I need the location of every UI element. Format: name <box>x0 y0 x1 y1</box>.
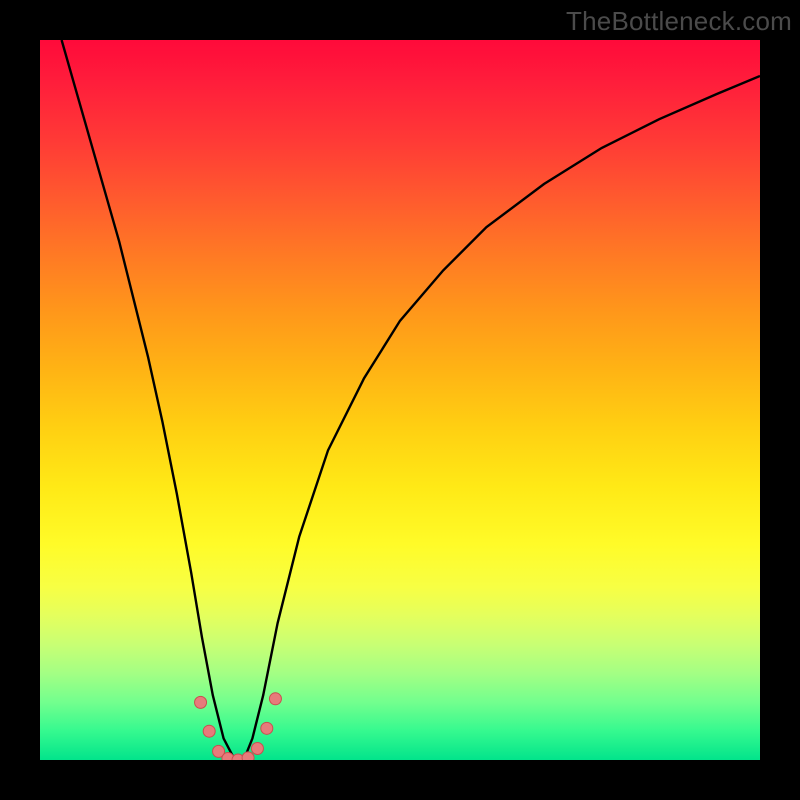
curve-marker <box>269 693 281 705</box>
curve-marker <box>261 722 273 734</box>
curve-marker <box>251 742 263 754</box>
curve-marker <box>195 696 207 708</box>
bottleneck-curve <box>62 40 760 760</box>
chart-overlay <box>40 40 760 760</box>
chart-frame: TheBottleneck.com <box>0 0 800 800</box>
curve-marker <box>203 725 215 737</box>
plot-area <box>40 40 760 760</box>
curve-markers <box>195 693 282 760</box>
watermark-text: TheBottleneck.com <box>566 6 792 37</box>
curve-marker <box>242 752 254 760</box>
